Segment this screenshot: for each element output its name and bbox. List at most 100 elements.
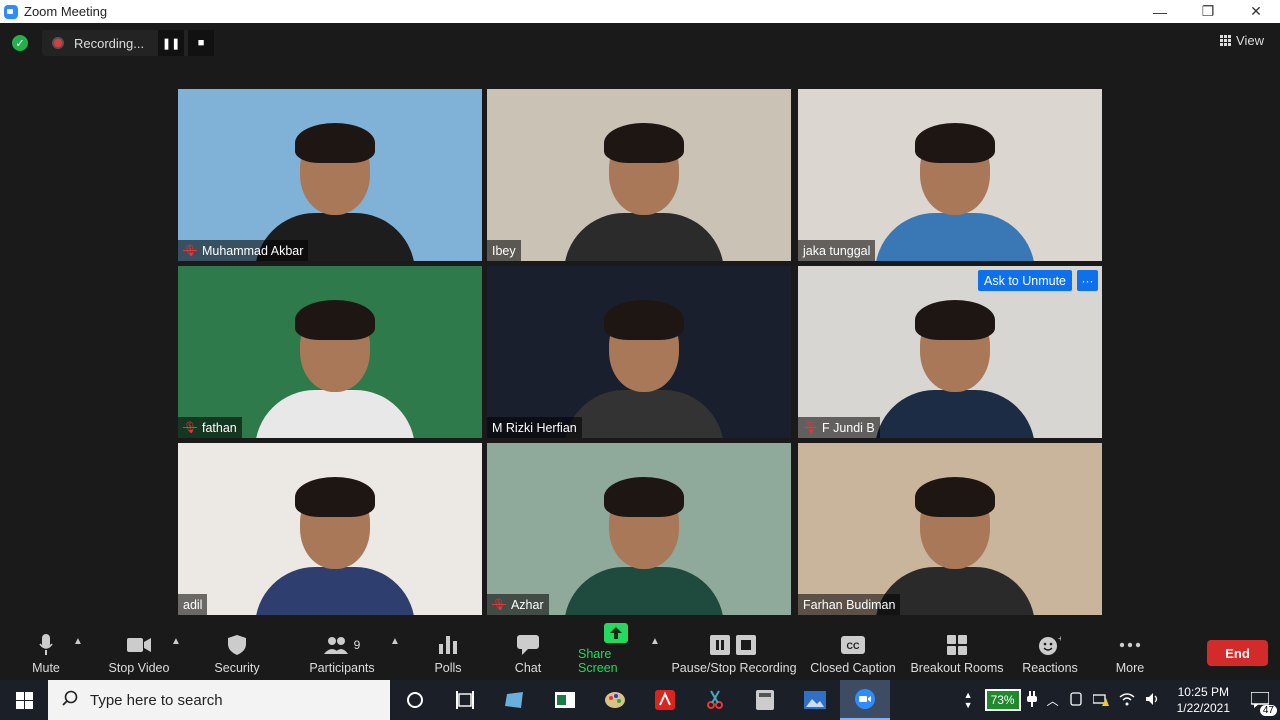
participant-video-figure — [255, 298, 415, 438]
power-plug-icon — [1026, 690, 1037, 710]
grid-view-icon — [1220, 35, 1232, 46]
acrobat-reader-icon[interactable] — [640, 680, 690, 720]
participant-name: M Rizki Herfian — [492, 420, 577, 435]
mute-button[interactable]: Mute — [20, 628, 72, 680]
clock-time: 10:25 PM — [1177, 685, 1229, 699]
window-title: Zoom Meeting — [24, 4, 108, 19]
pause-stop-recording-button[interactable]: Pause/Stop Recording — [670, 628, 798, 680]
more-dots-icon — [1119, 633, 1141, 657]
zoom-app-icon[interactable] — [840, 680, 890, 720]
search-icon — [62, 690, 78, 710]
minimize-button[interactable]: — — [1136, 0, 1184, 23]
reactions-label: Reactions — [1022, 661, 1078, 675]
pause-recording-button[interactable]: ❚❚ — [158, 30, 185, 56]
stop-video-label: Stop Video — [108, 661, 170, 675]
action-center-button[interactable]: 47 — [1240, 680, 1280, 720]
video-tile[interactable]: 🎙︎ F Jundi B Ask to Unmute ··· — [798, 266, 1102, 438]
participant-name: Farhan Budiman — [803, 597, 896, 612]
participant-name-bar: 🎙︎ F Jundi B — [798, 417, 880, 438]
windows-taskbar: Type here to search ▲ ▼ 73% ︿ 10:25 PM 1/… — [0, 680, 1280, 720]
security-button[interactable]: Security — [210, 628, 264, 680]
video-tile[interactable]: Ibey — [487, 89, 791, 261]
snipping-tool-icon[interactable] — [690, 680, 740, 720]
participant-name: Ibey — [492, 243, 516, 258]
maximize-button[interactable]: ❐ — [1184, 0, 1232, 23]
windows-logo-icon — [15, 691, 33, 709]
video-options-chevron-icon[interactable]: ▲ — [171, 636, 181, 647]
share-screen-icon — [604, 623, 628, 643]
system-tray: ▲ ▼ 73% ︿ 10:25 PM 1/22/2021 47 — [964, 680, 1280, 720]
calculator-icon[interactable] — [740, 680, 790, 720]
window-titlebar: Zoom Meeting — ❐ ✕ — [0, 0, 1280, 23]
participant-video-figure — [564, 298, 724, 438]
tray-scroll-arrows-icon[interactable]: ▲ ▼ — [964, 690, 973, 710]
participant-name-bar: 🎙︎ Azhar — [487, 594, 549, 615]
video-tile[interactable]: 🎙︎ Azhar — [487, 443, 791, 615]
task-view-icon[interactable] — [440, 680, 490, 720]
polls-label: Polls — [434, 661, 462, 675]
meeting-area: ✓ Recording... ❚❚ ■ View 🎙︎ Muhammad Akba… — [0, 23, 1280, 628]
participant-name-bar: M Rizki Herfian — [487, 417, 582, 438]
video-camera-icon — [127, 633, 151, 657]
participant-name: adil — [183, 597, 203, 612]
device-icon[interactable] — [1069, 691, 1083, 709]
muted-microphone-icon: 🎙︎ — [803, 422, 817, 434]
start-button[interactable] — [0, 680, 48, 720]
audio-options-chevron-icon[interactable]: ▲ — [73, 636, 83, 647]
participant-name-bar: adil — [178, 594, 208, 615]
encryption-shield-icon[interactable]: ✓ — [12, 35, 28, 51]
show-hidden-icons-chevron-icon[interactable]: ︿ — [1047, 692, 1059, 709]
stop-video-button[interactable]: Stop Video — [104, 628, 174, 680]
smiley-plus-icon: + — [1039, 633, 1061, 657]
svg-text:CC: CC — [847, 641, 860, 651]
more-label: More — [1115, 661, 1145, 675]
meeting-toolbar: Mute ▲ Stop Video ▲ Security 9 Participa… — [0, 623, 1280, 680]
reactions-button[interactable]: + Reactions — [1020, 628, 1080, 680]
search-placeholder: Type here to search — [90, 691, 223, 709]
close-button[interactable]: ✕ — [1232, 0, 1280, 23]
video-tile[interactable]: 🎙︎ Muhammad Akbar — [178, 89, 482, 261]
breakout-rooms-button[interactable]: Breakout Rooms — [908, 628, 1006, 680]
participants-options-chevron-icon[interactable]: ▲ — [390, 636, 400, 647]
volume-icon[interactable] — [1145, 692, 1161, 709]
photos-app-icon[interactable] — [790, 680, 840, 720]
notification-count-badge: 47 — [1259, 705, 1277, 716]
video-tile[interactable]: jaka tunggal — [798, 89, 1102, 261]
stop-recording-button[interactable]: ■ — [188, 30, 215, 56]
ask-to-unmute-button[interactable]: Ask to Unmute — [978, 270, 1072, 291]
participants-button[interactable]: 9 Participants — [306, 628, 378, 680]
window-controls: — ❐ ✕ — [1136, 0, 1280, 23]
participant-video-figure — [875, 298, 1035, 438]
security-label: Security — [214, 661, 260, 675]
chat-label: Chat — [514, 661, 542, 675]
power-warning-icon[interactable] — [1091, 692, 1109, 709]
svg-text:+: + — [1058, 635, 1061, 643]
pause-stop-recording-icon — [710, 633, 758, 657]
participant-video-figure — [255, 475, 415, 615]
view-button[interactable]: View — [1220, 33, 1264, 48]
polls-button[interactable]: Polls — [428, 628, 468, 680]
app-tile-icon[interactable] — [490, 680, 540, 720]
video-tile[interactable]: 🎙︎ fathan — [178, 266, 482, 438]
paint-palette-icon[interactable] — [590, 680, 640, 720]
battery-indicator[interactable]: 73% — [984, 689, 1021, 711]
muted-microphone-icon: 🎙︎ — [183, 422, 197, 434]
mute-label: Mute — [32, 661, 60, 675]
wifi-icon[interactable] — [1119, 692, 1135, 709]
video-tile[interactable]: Farhan Budiman — [798, 443, 1102, 615]
participant-name: Azhar — [510, 597, 544, 612]
share-options-chevron-icon[interactable]: ▲ — [650, 636, 660, 647]
share-screen-button[interactable]: Share Screen — [578, 623, 654, 680]
participant-more-options-icon[interactable]: ··· — [1077, 270, 1098, 291]
video-tile[interactable]: M Rizki Herfian — [487, 266, 791, 438]
video-tile[interactable]: adil — [178, 443, 482, 615]
participant-video-figure — [564, 475, 724, 615]
closed-caption-button[interactable]: CC Closed Caption — [808, 628, 898, 680]
excel-like-app-icon[interactable] — [540, 680, 590, 720]
taskbar-clock[interactable]: 10:25 PM 1/22/2021 — [1167, 684, 1240, 716]
taskbar-search-box[interactable]: Type here to search — [48, 680, 390, 720]
more-button[interactable]: More — [1110, 628, 1150, 680]
chat-button[interactable]: Chat — [508, 628, 548, 680]
end-meeting-button[interactable]: End — [1207, 640, 1268, 666]
cortana-icon[interactable] — [390, 680, 440, 720]
